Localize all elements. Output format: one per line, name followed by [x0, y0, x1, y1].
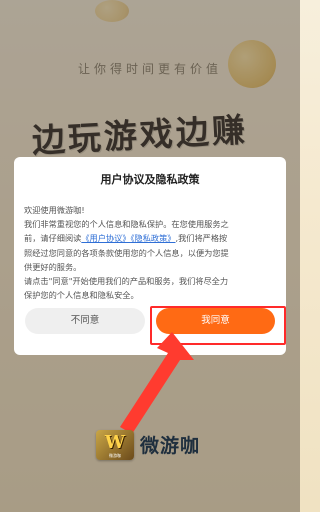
- body-line: 供更好的服务。: [24, 261, 82, 272]
- body-line: 照经过您同意的各项条款使用您的个人信息，以便为您提: [24, 247, 229, 258]
- logo-letter: W: [104, 432, 126, 453]
- dialog-title: 用户协议及隐私政策: [100, 173, 200, 186]
- user-agreement-link[interactable]: 《用户协议》: [81, 233, 130, 243]
- body-line: 我们非常重视您的个人信息和隐私保护。在您使用服务之: [24, 219, 229, 230]
- body-line-with-links: 前，请仔细阅读《用户协议》《隐私政策》,我们将严格按: [24, 231, 276, 245]
- privacy-policy-link[interactable]: 《隐私政策》: [130, 233, 175, 243]
- body-text: 前，请仔细阅读: [24, 233, 82, 244]
- body-line: 保护您的个人信息和隐私安全。: [24, 290, 139, 301]
- body-text: 我们将严格按: [178, 233, 228, 244]
- body-line: 请点击"同意"开始使用我们的产品和服务，我们将尽全力: [24, 276, 229, 287]
- logo-subtext: 微游咖: [109, 453, 121, 458]
- brand-name: 微游咖: [140, 435, 201, 457]
- app-logo-icon: W 微游咖: [96, 430, 134, 460]
- body-line: 欢迎使用微游咖!: [24, 205, 85, 215]
- pointer-arrow-icon: [120, 332, 194, 434]
- dialog-body: 欢迎使用微游咖! 我们非常重视您的个人信息和隐私保护。在您使用服务之 前，请仔细…: [24, 203, 276, 302]
